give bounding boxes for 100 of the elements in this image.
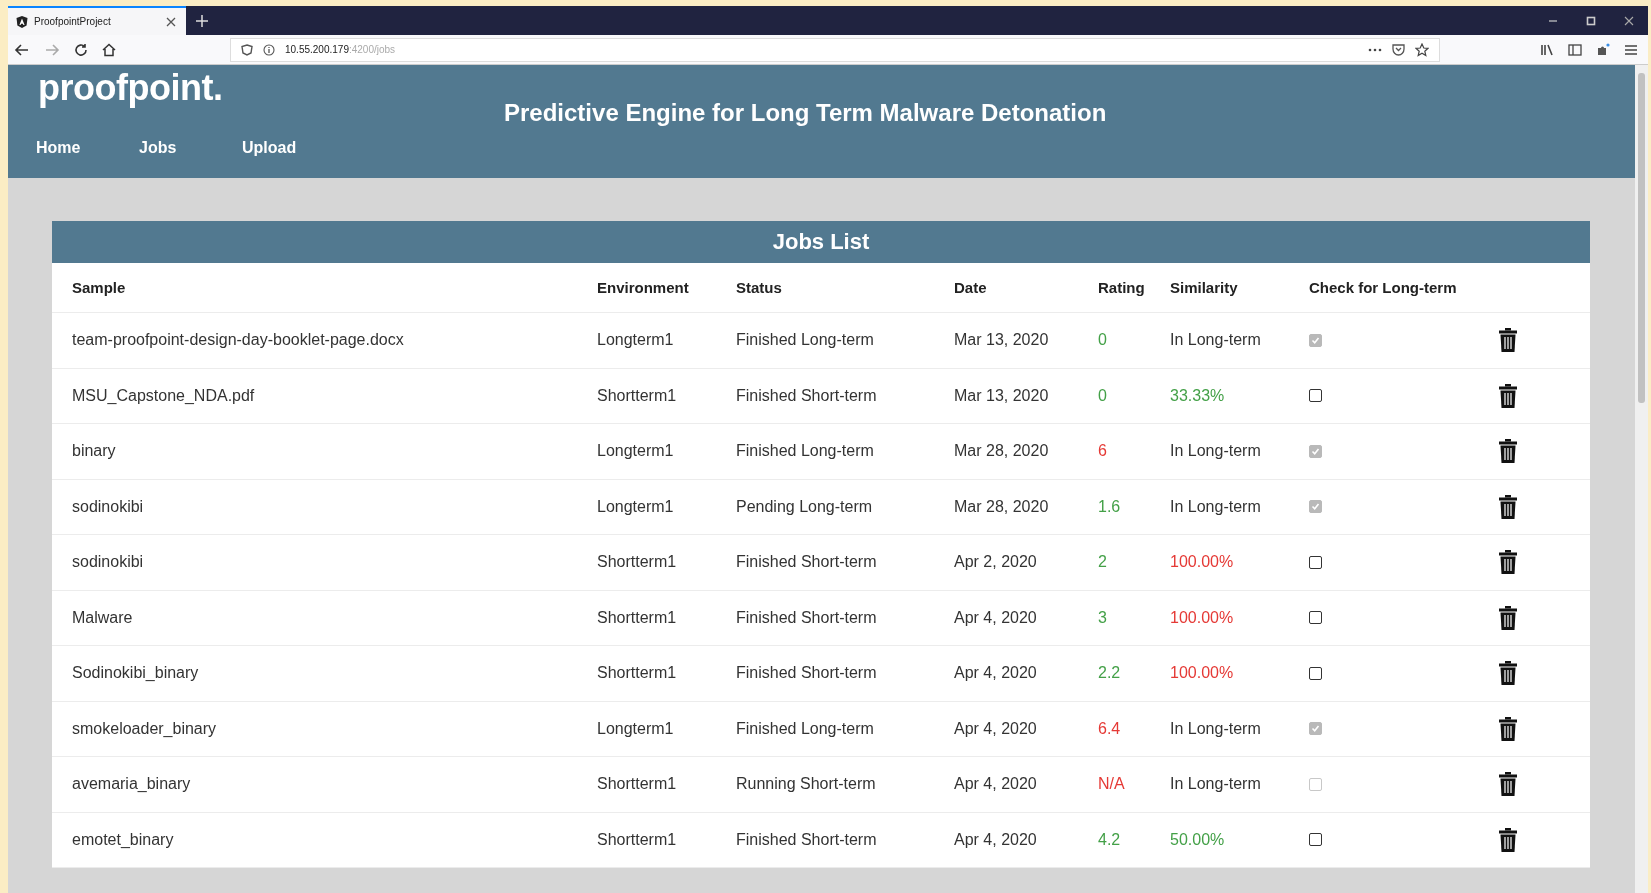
table-cell-text: Finished Long-term [736, 719, 875, 738]
table-cell-text: In Long-term [1170, 497, 1262, 516]
table-cell-text: 0 [1098, 386, 1108, 405]
table-cell-text: Shortterm1 [597, 608, 678, 627]
scrollbar[interactable] [1635, 65, 1648, 893]
trash-icon[interactable] [1498, 827, 1517, 852]
trash-icon[interactable] [1498, 661, 1517, 686]
table-cell-text: 33.33% [1170, 386, 1226, 405]
table-cell-text: Shortterm1 [597, 553, 678, 572]
table-cell-text: N/A [1098, 775, 1126, 794]
table-cell-text: Finished Short-term [736, 608, 878, 627]
trash-icon[interactable] [1498, 328, 1517, 353]
card-title: Jobs List [52, 221, 1590, 263]
info-icon [263, 43, 275, 56]
pocket-icon[interactable] [1392, 43, 1405, 56]
table-cell-text: Mar 13, 2020 [954, 331, 1050, 350]
close-icon[interactable] [1624, 15, 1634, 26]
table-cell-text: MSU_Capstone_NDA.pdf [72, 386, 256, 405]
reload-icon[interactable] [74, 42, 88, 57]
table-cell-text: Apr 4, 2020 [954, 830, 1038, 849]
table-cell-text: 2.2 [1098, 664, 1122, 683]
table-cell-text: sodinokibi [72, 497, 145, 516]
table-cell-text: Mar 28, 2020 [954, 497, 1050, 516]
table-cell-text: In Long-term [1170, 775, 1262, 794]
sidebar-icon[interactable] [1568, 42, 1582, 57]
table-cell-text: 4.2 [1098, 830, 1122, 849]
table-cell-text: Sodinokibi_binary [72, 664, 200, 683]
table-cell-text: Longterm1 [597, 497, 675, 516]
column-header: Rating [1098, 279, 1146, 296]
table-cell-text: Longterm1 [597, 719, 675, 738]
shield-icon [241, 43, 253, 56]
table-cell-text: Mar 28, 2020 [954, 442, 1050, 461]
table-cell-text: emotet_binary [72, 830, 175, 849]
checkbox[interactable] [1309, 389, 1322, 403]
trash-icon[interactable] [1498, 772, 1517, 797]
url-text: 10.55.200.179:4200/jobs [285, 44, 396, 55]
table-cell-text: 100.00% [1170, 553, 1235, 572]
logo: proofpoint. [38, 66, 223, 109]
checkbox[interactable] [1309, 611, 1322, 625]
trash-icon[interactable] [1498, 605, 1517, 630]
trash-icon[interactable] [1498, 550, 1517, 575]
menu-icon[interactable] [1624, 43, 1638, 56]
table-cell-text: Shortterm1 [597, 664, 678, 683]
nav-link[interactable]: Jobs [139, 139, 244, 157]
table-cell-text: Finished Long-term [736, 442, 875, 461]
table-cell-text: Shortterm1 [597, 775, 678, 794]
table-cell-text: binary [72, 442, 117, 461]
table-cell-text: Shortterm1 [597, 830, 678, 849]
table-cell-text: 0 [1098, 331, 1108, 350]
table-cell-text: In Long-term [1170, 331, 1262, 350]
table-cell-text: avemaria_binary [72, 775, 192, 794]
table-cell-text: 3 [1098, 608, 1108, 627]
star-icon[interactable] [1415, 42, 1429, 57]
trash-icon[interactable] [1498, 439, 1517, 464]
column-header: Date [954, 279, 988, 296]
more-icon[interactable] [1368, 47, 1382, 52]
table-cell-text: sodinokibi [72, 553, 145, 572]
table-cell-text: smokeloader_binary [72, 719, 218, 738]
table-cell-text: Apr 4, 2020 [954, 775, 1038, 794]
browser-tab[interactable]: ProofpointProject [8, 6, 186, 35]
table-cell-text: 100.00% [1170, 608, 1235, 627]
table-cell-text: Finished Short-term [736, 386, 878, 405]
table-cell-text: team-proofpoint-design-day-booklet-page.docx [72, 331, 405, 350]
trash-icon[interactable] [1498, 716, 1517, 741]
table-cell-text: Shortterm1 [597, 386, 678, 405]
checkbox[interactable] [1309, 555, 1322, 569]
home-icon[interactable] [102, 42, 116, 57]
table-cell-text: 100.00% [1170, 664, 1235, 683]
shield-logo-icon [16, 15, 28, 28]
table-cell-text: Longterm1 [597, 442, 675, 461]
library-icon[interactable] [1540, 42, 1554, 57]
back-icon[interactable] [14, 41, 30, 58]
table-cell-text: Finished Short-term [736, 830, 878, 849]
table-cell-text: Apr 4, 2020 [954, 719, 1038, 738]
checkbox[interactable] [1309, 666, 1322, 680]
table-cell-text: 6.4 [1098, 719, 1122, 738]
table-cell-text: Finished Short-term [736, 553, 878, 572]
table-cell-text: 6 [1098, 442, 1108, 461]
table-cell-text: Apr 2, 2020 [954, 553, 1038, 572]
table-cell-text: Malware [72, 608, 134, 627]
table-cell-text: In Long-term [1170, 442, 1262, 461]
column-header: Similarity [1170, 279, 1239, 296]
address-bar[interactable]: 10.55.200.179:4200/jobs [230, 37, 1440, 62]
table-cell-text: 50.00% [1170, 830, 1226, 849]
table-cell-text: Running Short-term [736, 775, 877, 794]
page-title: Predictive Engine for Long Term Malware Detonation [504, 98, 1107, 128]
table-cell-text: Finished Short-term [736, 664, 878, 683]
table-cell-text: Mar 13, 2020 [954, 386, 1050, 405]
table-cell-text: Longterm1 [597, 331, 675, 350]
checkbox[interactable] [1309, 833, 1322, 847]
trash-icon[interactable] [1498, 383, 1517, 408]
table-cell-text: Pending Long-term [736, 497, 874, 516]
close-icon[interactable] [166, 16, 176, 27]
column-header: Check for Long-term [1309, 279, 1458, 296]
trash-icon[interactable] [1498, 494, 1517, 519]
maximize-icon[interactable] [1586, 15, 1596, 26]
new-tab-icon[interactable] [196, 14, 208, 27]
column-header: Environment [597, 279, 690, 296]
column-header: Sample [72, 279, 127, 296]
nav-link[interactable]: Upload [242, 139, 347, 157]
